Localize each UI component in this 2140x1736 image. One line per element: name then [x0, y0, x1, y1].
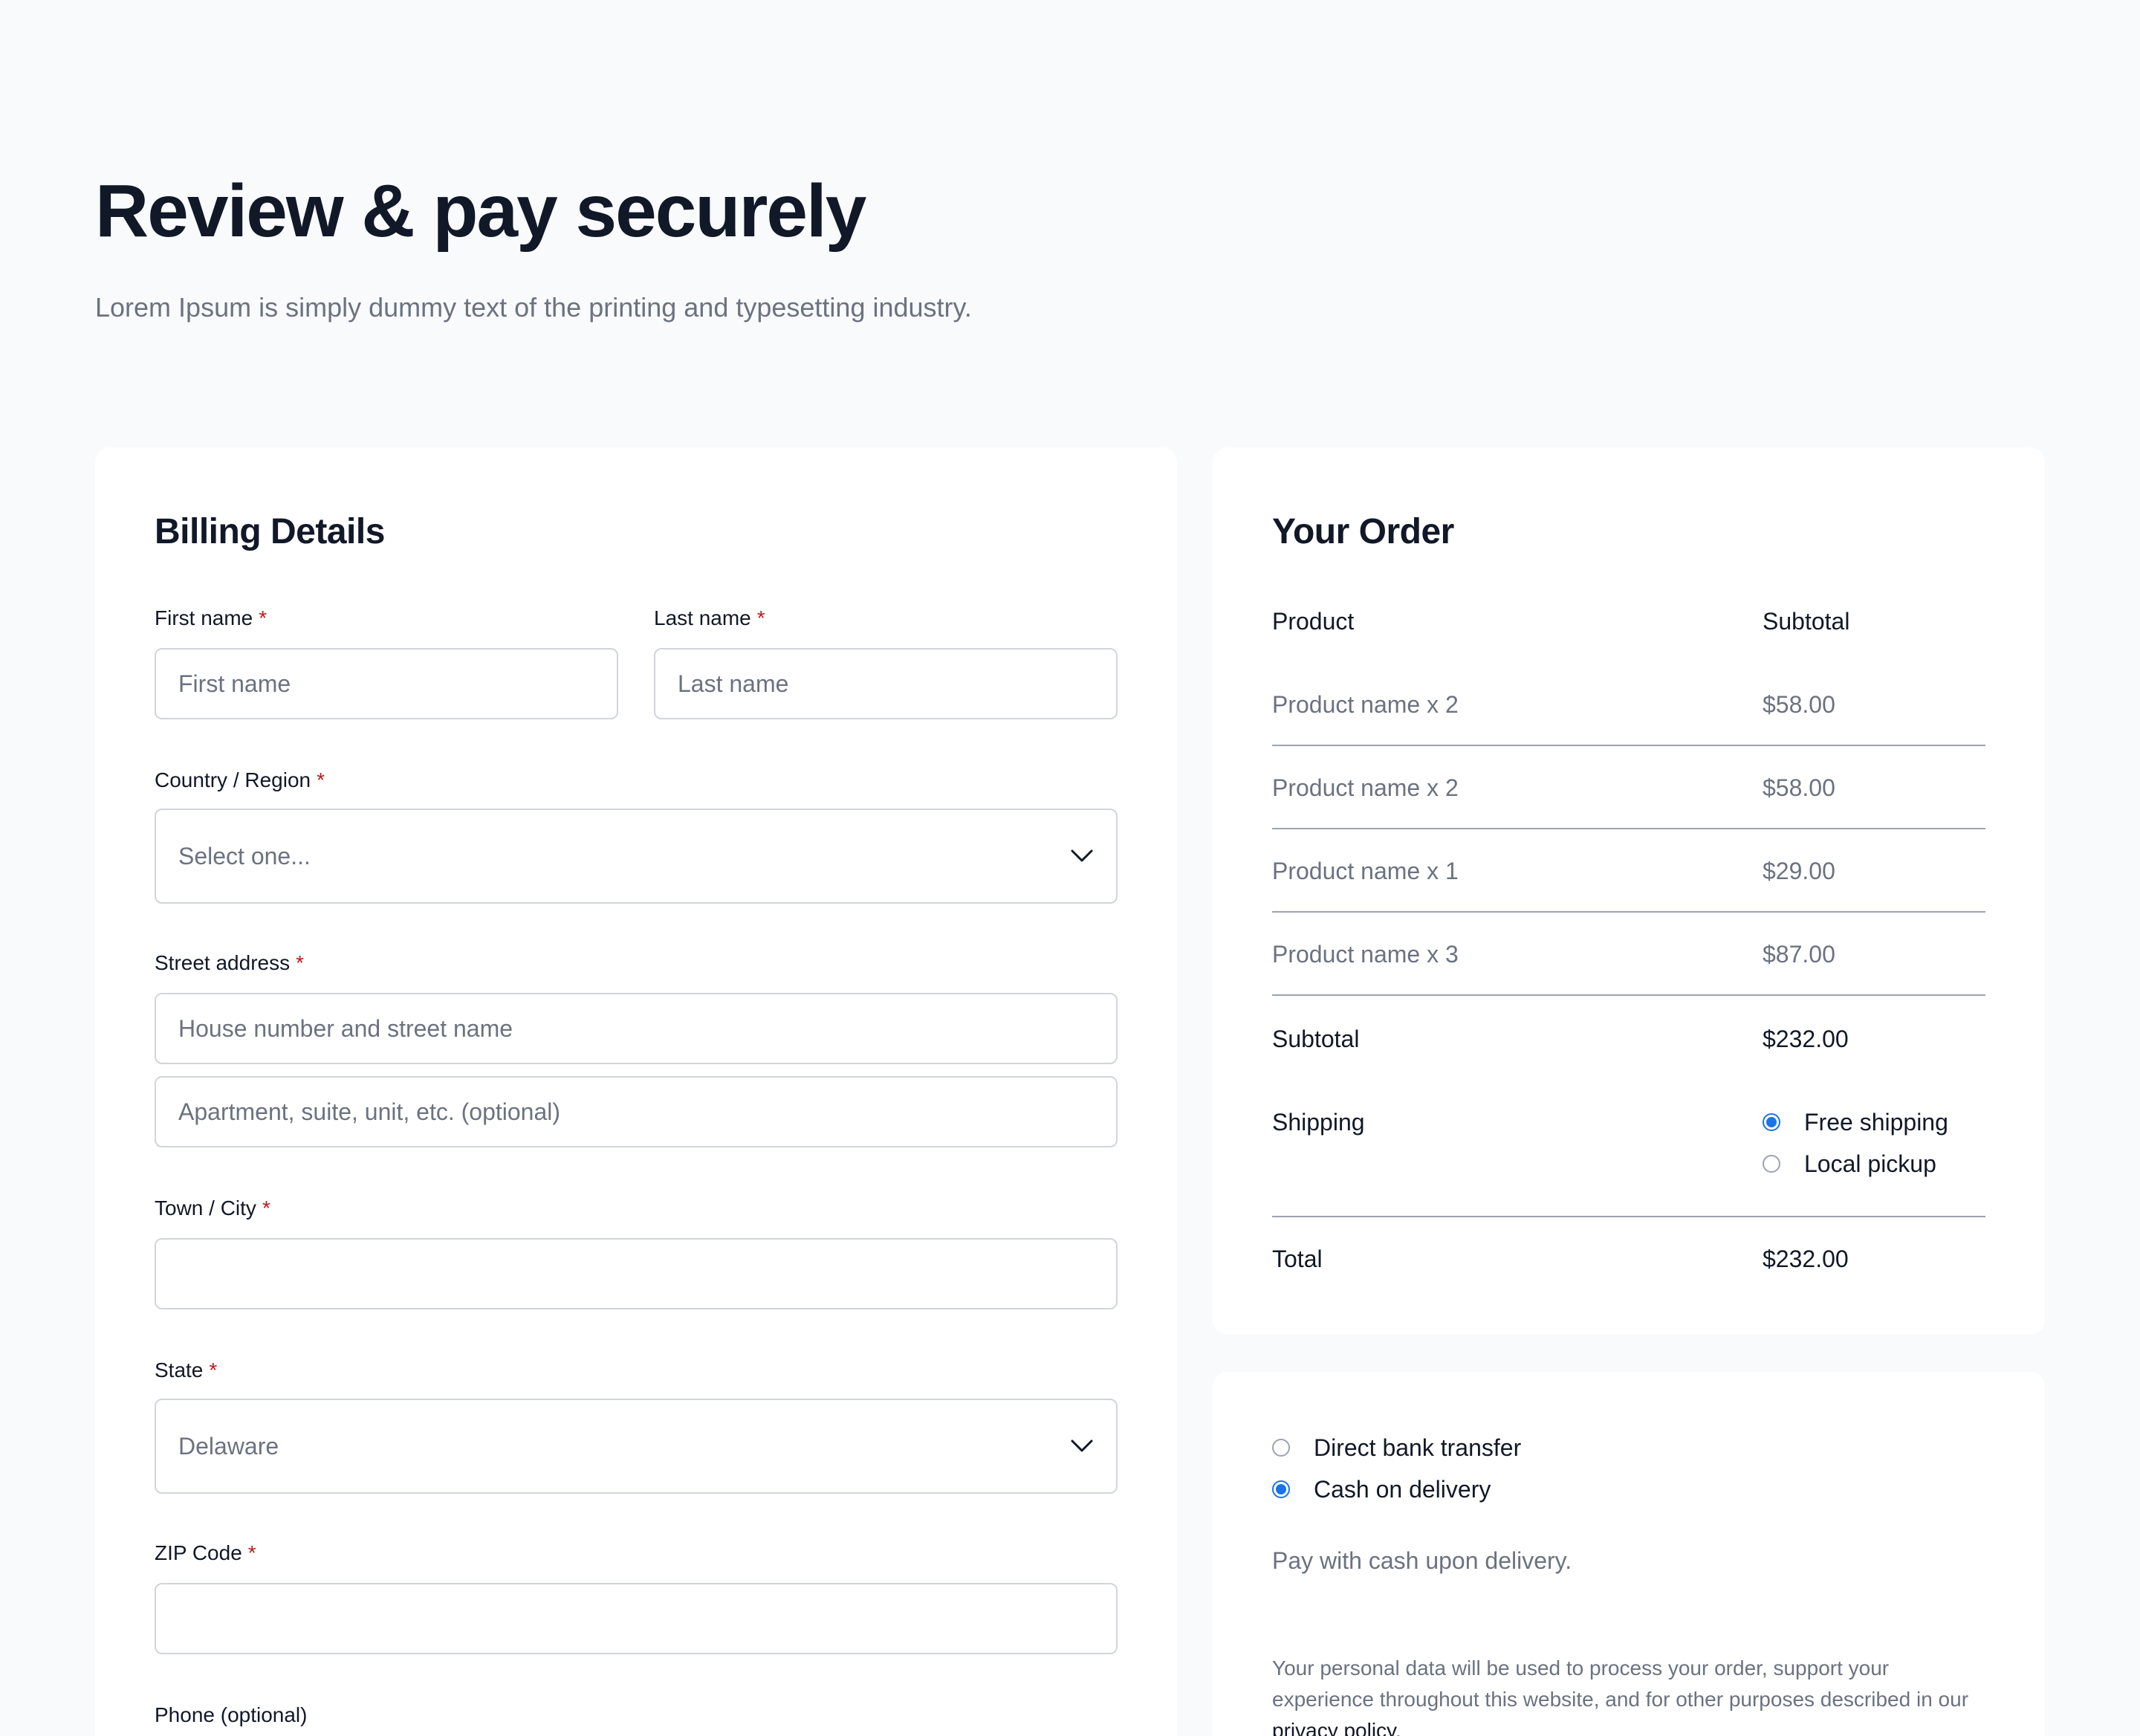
street-line1-input[interactable]	[155, 993, 1118, 1064]
zip-label: ZIP Code *	[155, 1541, 256, 1564]
required-mark: *	[247, 1541, 256, 1564]
privacy-notice: Your personal data will be used to proce…	[1272, 1653, 1985, 1736]
total-value: $232.00	[1763, 1246, 1849, 1272]
zip-input[interactable]	[155, 1583, 1118, 1654]
first-name-input[interactable]	[155, 648, 618, 719]
state-selected-value: Delaware	[178, 1432, 279, 1460]
street-line2-input[interactable]	[155, 1076, 1118, 1147]
order-item-subtotal: $58.00	[1763, 691, 1835, 718]
city-label: Town / City *	[155, 1196, 270, 1220]
shipping-label: Shipping	[1272, 1109, 1365, 1136]
street-address-label: Street address *	[155, 951, 305, 974]
state-label: State *	[155, 1358, 218, 1382]
shipping-option-label: Local pickup	[1804, 1150, 1936, 1177]
page-title: Review & pay securely	[95, 169, 866, 253]
payment-description: Pay with cash upon delivery.	[1272, 1547, 1572, 1574]
divider	[1272, 1216, 1985, 1217]
order-item-subtotal: $87.00	[1763, 941, 1835, 968]
required-mark: *	[262, 1196, 270, 1220]
order-item-name: Product name x 2	[1272, 691, 1459, 718]
order-item-row: Product name x 3 $87.00	[1272, 913, 1985, 996]
last-name-input[interactable]	[654, 648, 1118, 719]
order-item-name: Product name x 1	[1272, 858, 1459, 884]
order-item-name: Product name x 3	[1272, 941, 1459, 968]
payment-option-cash-on-delivery[interactable]: Cash on delivery	[1272, 1474, 1491, 1504]
order-item-row: Product name x 2 $58.00	[1272, 746, 1985, 829]
radio-checked-icon[interactable]	[1272, 1480, 1290, 1498]
order-item-name: Product name x 2	[1272, 774, 1459, 801]
shipping-option-label: Free shipping	[1804, 1109, 1948, 1136]
shipping-option-pickup[interactable]: Local pickup	[1763, 1149, 1936, 1179]
order-summary-card: Your Order Product Subtotal Product name…	[1213, 447, 2045, 1335]
subtotal-label: Subtotal	[1272, 1026, 1360, 1052]
city-input[interactable]	[155, 1238, 1118, 1309]
subtotal-column-header: Subtotal	[1763, 608, 1850, 635]
billing-details-card: Billing Details First name* Last name* C…	[95, 447, 1177, 1736]
required-mark: *	[317, 768, 325, 791]
subtotal-value: $232.00	[1763, 1026, 1849, 1052]
chevron-down-icon	[1070, 1434, 1094, 1458]
payment-option-bank-transfer[interactable]: Direct bank transfer	[1272, 1433, 1521, 1463]
order-item-row: Product name x 1 $29.00	[1272, 829, 1985, 913]
radio-unchecked-icon[interactable]	[1272, 1439, 1290, 1457]
billing-title: Billing Details	[155, 512, 385, 551]
total-label: Total	[1272, 1246, 1323, 1272]
country-selected-value: Select one...	[178, 842, 311, 869]
page-subtitle: Lorem Ipsum is simply dummy text of the …	[95, 292, 972, 323]
first-name-label: First name *	[155, 606, 268, 629]
required-mark: *	[209, 1358, 218, 1382]
state-select[interactable]: Delaware	[155, 1399, 1118, 1494]
required-mark: *	[296, 951, 305, 974]
required-mark: *	[756, 606, 765, 629]
order-item-subtotal: $58.00	[1763, 774, 1835, 801]
privacy-policy-link[interactable]: privacy policy	[1272, 1719, 1395, 1736]
order-item-subtotal: $29.00	[1763, 858, 1835, 884]
payment-option-label: Cash on delivery	[1314, 1476, 1491, 1503]
country-label: Country / Region *	[155, 768, 325, 791]
payment-option-label: Direct bank transfer	[1314, 1434, 1522, 1461]
payment-method-card: Direct bank transfer Cash on delivery Pa…	[1213, 1372, 2045, 1736]
radio-checked-icon[interactable]	[1763, 1113, 1780, 1131]
phone-label: Phone (optional)	[155, 1703, 308, 1726]
order-title: Your Order	[1272, 512, 1454, 551]
chevron-down-icon	[1070, 844, 1094, 868]
checkout-page: Review & pay securely Lorem Ipsum is sim…	[0, 0, 2140, 1736]
shipping-option-free[interactable]: Free shipping	[1763, 1107, 1948, 1137]
required-mark: *	[259, 606, 268, 629]
order-item-row: Product name x 2 $58.00	[1272, 663, 1985, 746]
last-name-label: Last name *	[654, 606, 765, 629]
country-select[interactable]: Select one...	[155, 809, 1118, 904]
product-column-header: Product	[1272, 608, 1355, 635]
radio-unchecked-icon[interactable]	[1763, 1155, 1780, 1173]
